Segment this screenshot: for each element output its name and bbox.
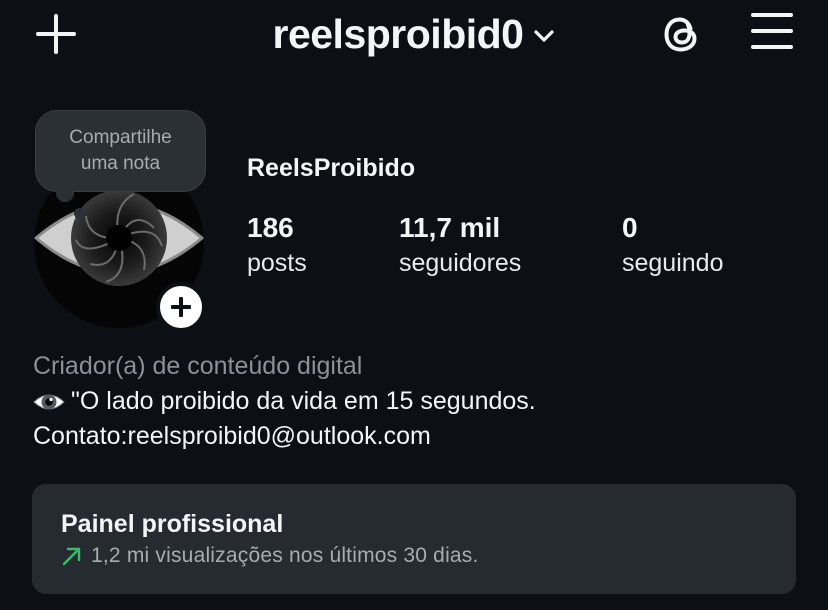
professional-dashboard-card[interactable]: Painel profissional 1,2 mi visualizações… (32, 484, 796, 594)
menu-button[interactable] (751, 13, 793, 49)
note-text: Compartilhe uma nota (69, 127, 172, 174)
add-story-button[interactable] (156, 282, 206, 332)
posts-count: 186 (247, 212, 294, 243)
note-bubble-tail (56, 184, 74, 202)
following-stat[interactable]: 0 seguindo (622, 210, 723, 280)
threads-button[interactable] (660, 11, 706, 57)
followers-stat[interactable]: 11,7 mil seguidores (399, 210, 521, 280)
bio-line-1: "O lado proibido da vida em 15 segundos. (33, 387, 536, 416)
note-bubble[interactable]: Compartilhe uma nota (35, 110, 206, 192)
trend-up-arrow-icon (62, 547, 81, 566)
top-bar: reelsproibid0 (0, 0, 828, 70)
bio-text-1: "O lado proibido da vida em 15 segundos. (71, 387, 536, 415)
dashboard-subtitle-text: 1,2 mi visualizações nos últimos 30 dias… (91, 544, 479, 567)
following-count: 0 (622, 212, 638, 243)
hamburger-menu-icon (751, 13, 793, 17)
profile-screen: reelsproibid0 Compartilhe uma nota Reels… (0, 0, 828, 610)
following-label: seguindo (622, 249, 724, 277)
posts-stat[interactable]: 186 posts (247, 210, 307, 280)
threads-icon (664, 17, 697, 52)
display-name: ReelsProibido (247, 154, 416, 182)
username: reelsproibid0 (272, 11, 524, 57)
profile-category: Criador(a) de conteúdo digital (33, 352, 363, 380)
note-bubble-tail-small (74, 208, 85, 219)
dashboard-subtitle: 1,2 mi visualizações nos últimos 30 dias… (61, 544, 479, 568)
chevron-down-icon (534, 30, 555, 42)
followers-count: 11,7 mil (399, 212, 501, 243)
bio-line-2[interactable]: Contato:reelsproibid0@outlook.com (33, 422, 431, 451)
followers-label: seguidores (399, 249, 522, 277)
posts-label: posts (247, 249, 307, 277)
dashboard-title: Painel profissional (61, 510, 284, 538)
eye-emoji-icon (33, 394, 65, 409)
